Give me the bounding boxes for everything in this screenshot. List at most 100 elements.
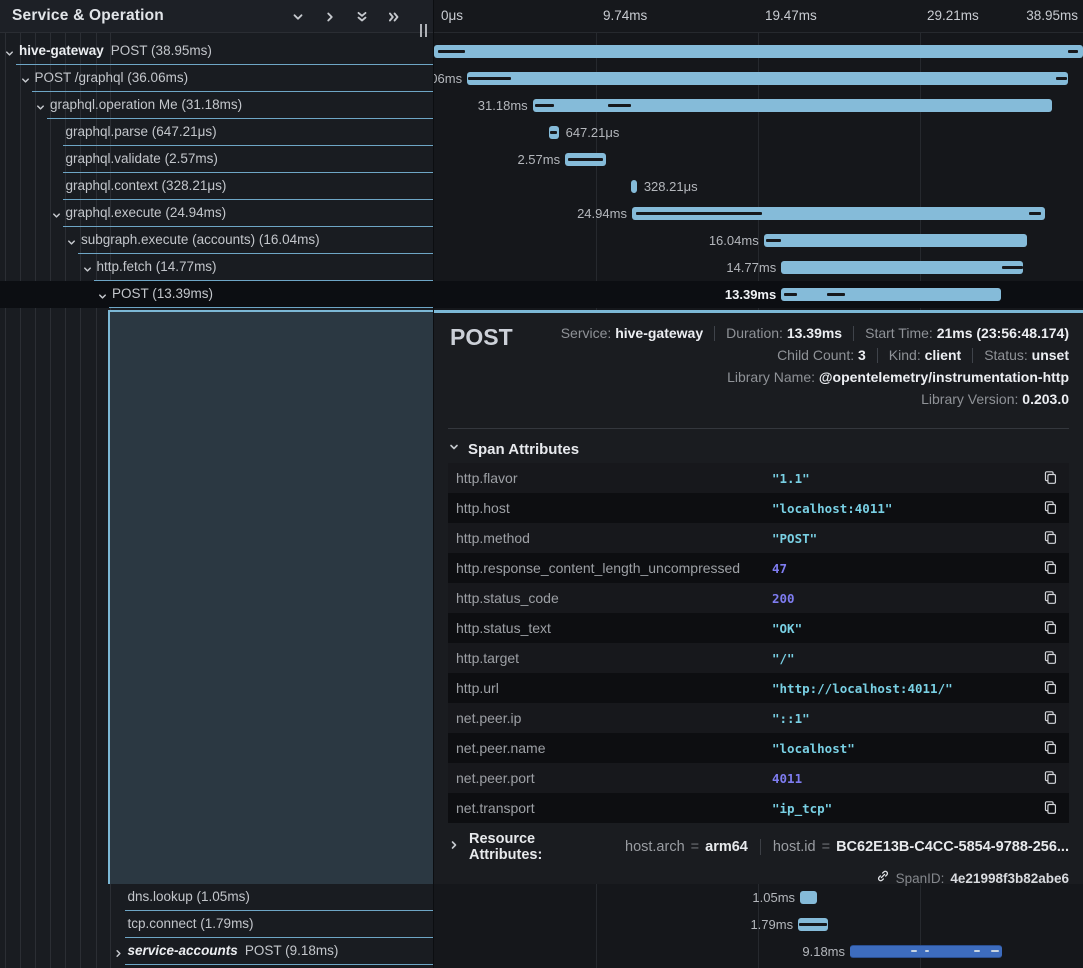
copy-icon[interactable]: [1043, 500, 1059, 516]
pane-divider: [433, 0, 434, 968]
span-tree-row[interactable]: POST (13.39ms): [0, 281, 433, 308]
collapse-one-icon[interactable]: [290, 9, 305, 24]
span-tree-row[interactable]: POST /graphql (36.06ms): [0, 65, 433, 92]
span-tree-row[interactable]: graphql.operation Me (31.18ms): [0, 92, 433, 119]
selected-span-detail-backdrop: [108, 310, 434, 884]
chevron-down-icon[interactable]: [66, 235, 77, 246]
attribute-value: "ip_tcp": [772, 801, 1043, 816]
timeline-row[interactable]: 14.77ms: [434, 254, 1083, 281]
timeline-row[interactable]: 328.21μs: [434, 173, 1083, 200]
expand-one-icon[interactable]: [322, 9, 337, 24]
expand-all-icon[interactable]: [386, 9, 401, 24]
span-tree-row[interactable]: subgraph.execute (accounts) (16.04ms): [0, 227, 433, 254]
span-duration-bar[interactable]: [800, 891, 817, 904]
timeline-row[interactable]: 2.57ms: [434, 146, 1083, 173]
chevron-down-icon[interactable]: [51, 208, 62, 219]
resource-attributes-row[interactable]: Resource Attributes: host.arch=arm64host…: [448, 835, 1069, 859]
timeline-row[interactable]: 1.79ms: [434, 911, 1083, 938]
chevron-right-icon[interactable]: [113, 946, 124, 957]
timeline-row[interactable]: 647.21μs: [434, 119, 1083, 146]
copy-icon[interactable]: [1043, 620, 1059, 636]
span-duration-bar[interactable]: [434, 45, 1083, 58]
tree-header: Service & Operation: [0, 0, 433, 33]
child-span-mark: [974, 950, 980, 952]
copy-icon[interactable]: [1043, 560, 1059, 576]
attribute-row: http.status_code200: [448, 583, 1069, 613]
resource-attribute-pair: host.arch=arm64: [625, 839, 748, 855]
copy-icon[interactable]: [1043, 590, 1059, 606]
trace-viewer: Service & Operation 0μs9.74ms19.47ms29.2…: [0, 0, 1083, 968]
chevron-down-icon[interactable]: [4, 46, 15, 57]
timeline-row[interactable]: 9.18ms: [434, 938, 1083, 965]
span-tree-row[interactable]: graphql.validate (2.57ms): [0, 146, 433, 173]
duration-label: 16.04ms: [709, 233, 759, 248]
copy-icon[interactable]: [1043, 470, 1059, 486]
span-duration-bar[interactable]: [781, 261, 1023, 274]
span-detail-panel: POST Service: hive-gatewayDuration: 13.3…: [434, 310, 1083, 884]
span-duration-bar[interactable]: [764, 234, 1027, 247]
metadata-item: Start Time: 21ms (23:56:48.174): [865, 325, 1069, 341]
link-icon[interactable]: [876, 869, 890, 888]
duration-label: 2.57ms: [517, 152, 560, 167]
attribute-key: http.flavor: [456, 470, 772, 486]
metadata-item: Child Count: 3: [777, 347, 866, 363]
timeline-row[interactable]: 36.06ms: [434, 65, 1083, 92]
span-id-label: SpanID:: [896, 871, 945, 886]
timeline-row[interactable]: 38.95ms: [434, 38, 1083, 65]
copy-icon[interactable]: [1043, 680, 1059, 696]
span-tree-row[interactable]: graphql.parse (647.21μs): [0, 119, 433, 146]
collapse-all-icon[interactable]: [354, 9, 369, 24]
attribute-row: net.peer.port4011: [448, 763, 1069, 793]
copy-icon[interactable]: [1043, 530, 1059, 546]
copy-icon[interactable]: [1043, 650, 1059, 666]
span-duration-bar[interactable]: [631, 180, 637, 193]
child-span-mark: [535, 104, 554, 107]
chevron-down-icon: [448, 440, 460, 458]
copy-icon[interactable]: [1043, 770, 1059, 786]
attribute-row: http.status_text"OK": [448, 613, 1069, 643]
duration-label: 647.21μs: [566, 125, 620, 140]
span-tree-row[interactable]: graphql.context (328.21μs): [0, 173, 433, 200]
span-tree-row[interactable]: http.fetch (14.77ms): [0, 254, 433, 281]
attribute-key: http.url: [456, 680, 772, 696]
panel-resize-handle[interactable]: [420, 24, 427, 37]
span-duration-bar[interactable]: [467, 72, 1068, 85]
divider: [448, 428, 1069, 429]
child-span-mark: [991, 950, 999, 952]
duration-label: 1.79ms: [750, 917, 793, 932]
attribute-row: net.peer.ip"::1": [448, 703, 1069, 733]
duration-label: 328.21μs: [644, 179, 698, 194]
span-tree-row[interactable]: dns.lookup (1.05ms): [0, 884, 433, 911]
service-name: hive-gateway: [19, 43, 104, 58]
metadata-item: Service: hive-gateway: [561, 325, 703, 341]
span-tree-row[interactable]: hive-gatewayPOST (38.95ms): [0, 38, 433, 65]
span-name: POST (13.39ms): [112, 286, 213, 301]
attribute-key: http.status_text: [456, 620, 772, 636]
child-span-mark: [608, 104, 631, 107]
span-tree-row[interactable]: graphql.execute (24.94ms): [0, 200, 433, 227]
span-attributes-title: Span Attributes: [468, 441, 579, 458]
timeline-row[interactable]: 16.04ms: [434, 227, 1083, 254]
chevron-down-icon[interactable]: [20, 73, 31, 84]
timeline-row[interactable]: 1.05ms: [434, 884, 1083, 911]
copy-icon[interactable]: [1043, 800, 1059, 816]
timeline-row[interactable]: 31.18ms: [434, 92, 1083, 119]
span-tree-row[interactable]: tcp.connect (1.79ms): [0, 911, 433, 938]
attribute-key: http.host: [456, 500, 772, 516]
chevron-down-icon[interactable]: [82, 262, 93, 273]
tree-header-title: Service & Operation: [12, 7, 164, 25]
chevron-down-icon[interactable]: [35, 100, 46, 111]
timeline-row[interactable]: 13.39ms: [434, 281, 1083, 308]
timeline-row[interactable]: 24.94ms: [434, 200, 1083, 227]
chevron-right-icon: [448, 838, 460, 856]
copy-icon[interactable]: [1043, 740, 1059, 756]
span-attributes-section-header[interactable]: Span Attributes: [448, 438, 1069, 460]
duration-label: 24.94ms: [577, 206, 627, 221]
span-duration-bar[interactable]: [781, 288, 1001, 301]
duration-label: 9.18ms: [802, 944, 845, 959]
span-tree-row[interactable]: service-accountsPOST (9.18ms): [0, 938, 433, 965]
metadata-item: Kind: client: [889, 347, 961, 363]
attribute-row: http.flavor"1.1": [448, 463, 1069, 493]
copy-icon[interactable]: [1043, 710, 1059, 726]
chevron-down-icon[interactable]: [97, 289, 108, 300]
